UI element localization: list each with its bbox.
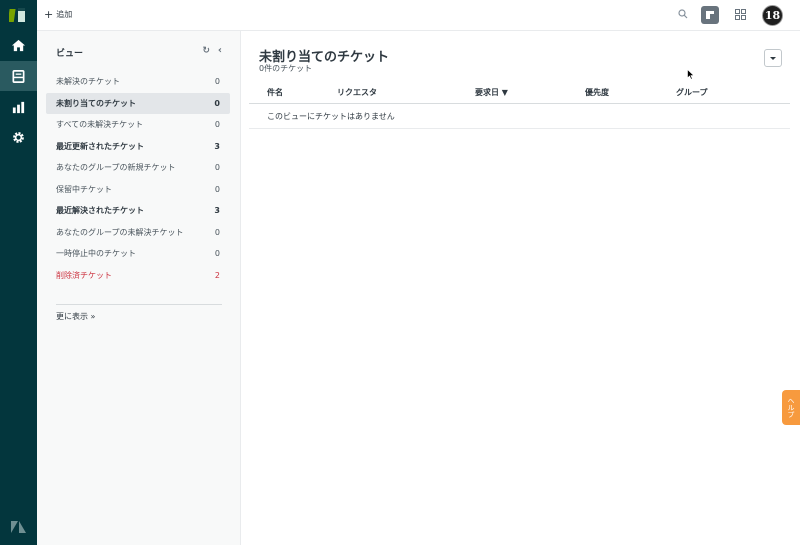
chevron-left-icon[interactable]: ‹ — [218, 45, 222, 56]
zendesk-logo-icon — [11, 521, 26, 533]
view-item[interactable]: 保留中チケット 0 — [46, 179, 230, 201]
bar-chart-icon — [12, 101, 25, 113]
show-more-link[interactable]: 更に表示 » — [56, 311, 95, 322]
table-header: 件名 リクエスタ 要求日 ▼ 優先度 グループ — [249, 81, 790, 104]
product-logo-icon[interactable] — [9, 6, 27, 24]
home-icon — [11, 39, 26, 51]
conversations-icon — [706, 11, 714, 19]
view-item-count: 3 — [214, 141, 220, 151]
views-divider — [56, 304, 222, 305]
caret-down-icon — [770, 56, 776, 60]
top-bar: + 追加 18 — [37, 0, 800, 31]
add-button[interactable]: + 追加 — [44, 9, 72, 20]
view-item[interactable]: 最近更新されたチケット 3 — [46, 136, 230, 158]
views-panel: ビュー ↻ ‹ 未解決のチケット 0 未割り当てのチケット 0 すべての未解決チケット 0… — [37, 31, 241, 545]
view-item-count: 0 — [214, 249, 220, 259]
view-item[interactable]: 未割り当てのチケット 0 — [46, 92, 230, 114]
view-item-label: 最近解決されたチケット — [56, 206, 144, 216]
product-nav-rail — [0, 0, 37, 545]
gear-icon — [13, 131, 24, 143]
inbox-icon — [12, 69, 25, 83]
refresh-icon[interactable]: ↻ — [202, 46, 210, 56]
conversations-button[interactable] — [701, 6, 719, 24]
nav-admin-button[interactable] — [0, 122, 37, 152]
views-list: 未解決のチケット 0 未割り当てのチケット 0 すべての未解決チケット 0 最近更新されたチ… — [46, 71, 230, 286]
nav-home-button[interactable] — [0, 30, 37, 60]
view-options-dropdown[interactable] — [764, 49, 782, 67]
nav-views-button[interactable] — [0, 61, 37, 91]
view-item-count: 3 — [214, 206, 220, 216]
view-item[interactable]: 削除済チケット 2 — [46, 265, 230, 287]
mouse-cursor-icon — [687, 69, 695, 80]
views-header: ビュー ↻ ‹ — [56, 45, 222, 60]
column-subject[interactable]: 件名 — [267, 87, 283, 98]
view-item-label: 削除済チケット — [56, 270, 112, 280]
view-item-label: 一時停止中のチケット — [56, 249, 136, 259]
ticket-count: 0件のチケット — [259, 64, 313, 73]
view-item-label: 保留中チケット — [56, 184, 112, 194]
view-item[interactable]: 一時停止中のチケット 0 — [46, 243, 230, 265]
column-group[interactable]: グループ — [676, 87, 708, 98]
nav-reporting-button[interactable] — [0, 92, 37, 122]
view-item-count: 0 — [214, 120, 220, 130]
view-item-count: 0 — [214, 77, 220, 87]
view-item-count: 0 — [214, 184, 220, 194]
view-item[interactable]: 未解決のチケット 0 — [46, 71, 230, 93]
view-item-count: 2 — [214, 270, 220, 280]
column-requester[interactable]: リクエスタ — [337, 87, 377, 98]
ticket-view-main: 未割り当てのチケット 0件のチケット 件名 リクエスタ 要求日 ▼ 優先度 グル… — [241, 31, 800, 545]
user-avatar[interactable]: 18 — [762, 5, 783, 26]
view-item-label: 未割り当てのチケット — [56, 98, 136, 108]
help-button[interactable]: ヘルプ — [782, 390, 800, 425]
view-item-count: 0 — [214, 163, 220, 173]
view-item[interactable]: あなたのグループの未解決チケット 0 — [46, 222, 230, 244]
view-item-count: 0 — [214, 227, 220, 237]
view-item-label: 未解決のチケット — [56, 77, 120, 87]
view-item-label: あなたのグループの新規チケット — [56, 163, 176, 173]
view-item-label: すべての未解決チケット — [56, 120, 144, 130]
views-title: ビュー — [56, 49, 84, 59]
column-requested-date[interactable]: 要求日 ▼ — [475, 87, 508, 98]
view-item-count: 0 — [214, 98, 220, 108]
column-priority[interactable]: 優先度 — [585, 87, 609, 98]
add-button-label: 追加 — [56, 10, 73, 19]
search-icon[interactable] — [678, 9, 688, 19]
plus-icon: + — [44, 7, 54, 21]
view-item[interactable]: すべての未解決チケット 0 — [46, 114, 230, 136]
view-item[interactable]: あなたのグループの新規チケット 0 — [46, 157, 230, 179]
empty-table-message: このビューにチケットはありません — [249, 105, 790, 129]
apps-grid-icon[interactable] — [735, 9, 746, 20]
view-item-label: 最近更新されたチケット — [56, 141, 144, 151]
view-item-label: あなたのグループの未解決チケット — [56, 227, 184, 237]
view-item[interactable]: 最近解決されたチケット 3 — [46, 200, 230, 222]
